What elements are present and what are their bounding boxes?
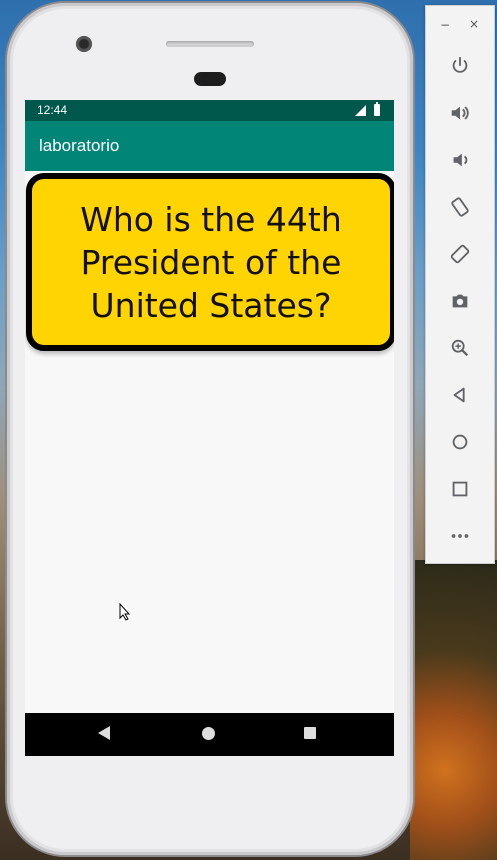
volume-down-icon[interactable] — [446, 146, 474, 174]
app-title: laboratorio — [39, 136, 120, 155]
app-bar: laboratorio — [25, 121, 394, 171]
overview-icon[interactable] — [446, 475, 474, 503]
status-time: 12:44 — [37, 103, 68, 117]
home-circle-icon[interactable] — [202, 727, 215, 740]
home-icon[interactable] — [446, 428, 474, 456]
zoom-icon[interactable] — [446, 334, 474, 362]
camera-icon[interactable] — [446, 287, 474, 315]
signal-icon — [355, 105, 366, 116]
device-screen[interactable]: 12:44 laboratorio Who is the 44th Presid… — [25, 100, 394, 756]
desktop-wallpaper-foliage — [410, 560, 497, 860]
back-triangle-icon[interactable] — [98, 726, 110, 740]
battery-icon — [374, 102, 380, 116]
mouse-pointer-icon — [119, 603, 131, 621]
emulator-device-frame: 12:44 laboratorio Who is the 44th Presid… — [7, 3, 413, 855]
back-icon[interactable] — [446, 381, 474, 409]
close-button[interactable]: × — [469, 17, 479, 31]
more-icon[interactable] — [446, 522, 474, 550]
emulator-toolbar: − × — [425, 5, 495, 564]
front-camera — [76, 36, 92, 52]
top-speaker-grille — [166, 41, 254, 47]
rotate-right-icon[interactable] — [446, 240, 474, 268]
question-text: Who is the 44th President of the United … — [80, 199, 342, 325]
power-icon[interactable] — [446, 52, 474, 80]
rotate-left-icon[interactable] — [446, 193, 474, 221]
status-bar: 12:44 — [25, 100, 394, 121]
navigation-bar — [25, 713, 394, 756]
earpiece — [194, 72, 226, 86]
minimize-button[interactable]: − — [440, 18, 450, 32]
toolbar-window-controls: − × — [426, 6, 494, 42]
volume-up-icon[interactable] — [446, 99, 474, 127]
recents-square-icon[interactable] — [304, 727, 316, 739]
question-card: Who is the 44th President of the United … — [26, 173, 394, 351]
